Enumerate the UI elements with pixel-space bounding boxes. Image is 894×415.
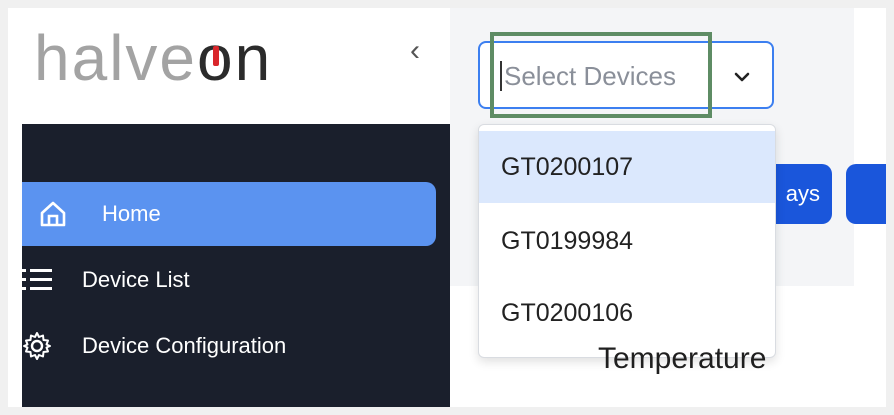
home-icon: [40, 201, 66, 227]
app-window: halveon ‹ Home Device List Device Config…: [8, 8, 886, 407]
collapse-sidebar-button[interactable]: ‹: [410, 36, 420, 66]
device-select-placeholder[interactable]: Select Devices: [500, 61, 676, 91]
gear-icon: [23, 332, 51, 360]
halveon-logo: halveon: [34, 18, 272, 98]
main-content: Select Devices ays GT0200107 GT0199984 G…: [450, 8, 886, 407]
range-button[interactable]: [846, 164, 886, 224]
sidebar-item-label: Device List: [82, 267, 190, 292]
device-select-dropdown: GT0200107 GT0199984 GT0200106: [478, 124, 776, 358]
chevron-left-icon: ‹: [410, 34, 420, 67]
chevron-down-icon[interactable]: [728, 63, 756, 91]
sidebar-item-home[interactable]: Home: [22, 182, 436, 246]
sidebar-item-device-configuration[interactable]: Device Configuration: [22, 324, 286, 368]
logo-area: halveon ‹: [8, 8, 450, 124]
device-option-gt0200107[interactable]: GT0200107: [479, 131, 775, 203]
list-icon: [22, 269, 52, 290]
sidebar-item-device-list[interactable]: Device List: [22, 258, 190, 302]
sidebar-item-label: Home: [102, 201, 161, 226]
device-select[interactable]: Select Devices: [478, 41, 774, 109]
device-option-gt0199984[interactable]: GT0199984: [479, 205, 775, 277]
device-option-gt0200106[interactable]: GT0200106: [479, 277, 775, 349]
temperature-title: Temperature: [598, 342, 767, 375]
sidebar: Home Device List Device Configuration: [22, 124, 450, 407]
sidebar-item-label: Device Configuration: [82, 333, 287, 358]
